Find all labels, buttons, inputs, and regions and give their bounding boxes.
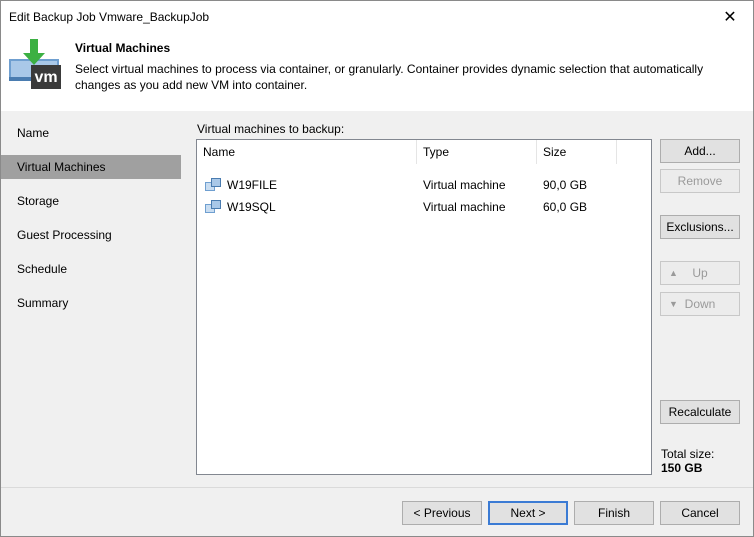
backup-job-wizard-window: Edit Backup Job Vmware_BackupJob ✕ vm Vi…: [0, 0, 754, 537]
down-button[interactable]: ▼ Down: [660, 292, 740, 316]
recalculate-button[interactable]: Recalculate: [660, 400, 740, 424]
vm-icon: [205, 200, 221, 213]
down-button-label: Down: [684, 297, 716, 311]
previous-button[interactable]: < Previous: [402, 501, 482, 525]
column-header-size[interactable]: Size: [537, 140, 617, 164]
vm-type: Virtual machine: [423, 200, 506, 214]
total-size-value: 150 GB: [661, 461, 703, 475]
nav-item-storage[interactable]: Storage: [1, 189, 181, 213]
add-button[interactable]: Add...: [660, 139, 740, 163]
next-button[interactable]: Next >: [488, 501, 568, 525]
remove-button[interactable]: Remove: [660, 169, 740, 193]
nav-item-summary[interactable]: Summary: [1, 291, 181, 315]
up-button[interactable]: ▲ Up: [660, 261, 740, 285]
arrow-up-icon: ▲: [669, 268, 678, 278]
column-header-name[interactable]: Name: [197, 140, 417, 164]
wizard-footer: < Previous Next > Finish Cancel: [1, 487, 753, 536]
table-row[interactable]: W19FILE Virtual machine 90,0 GB: [197, 174, 651, 196]
column-header-type[interactable]: Type: [417, 140, 537, 164]
arrow-down-icon: ▼: [669, 299, 678, 309]
vm-download-icon: vm: [9, 39, 61, 89]
nav-item-guest-processing[interactable]: Guest Processing: [1, 223, 181, 247]
table-row[interactable]: W19SQL Virtual machine 60,0 GB: [197, 196, 651, 218]
nav-item-name[interactable]: Name: [1, 121, 181, 145]
close-icon[interactable]: ✕: [707, 1, 753, 33]
svg-text:vm: vm: [34, 69, 57, 86]
vm-name: W19SQL: [227, 200, 276, 214]
total-size-label: Total size:: [661, 447, 715, 461]
page-description: Select virtual machines to process via c…: [75, 62, 704, 92]
vm-list-label: Virtual machines to backup:: [197, 122, 345, 136]
vm-type: Virtual machine: [423, 178, 506, 192]
wizard-content: Name Virtual Machines Storage Guest Proc…: [1, 111, 753, 487]
vm-size: 90,0 GB: [543, 178, 588, 192]
wizard-steps-nav: Name Virtual Machines Storage Guest Proc…: [1, 111, 181, 487]
vm-list[interactable]: Name Type Size W19FILE Virtual machine 9…: [196, 139, 652, 475]
window-title: Edit Backup Job Vmware_BackupJob: [9, 10, 210, 24]
wizard-header: vm Virtual Machines Select virtual machi…: [1, 33, 753, 111]
page-title: Virtual Machines: [75, 41, 171, 55]
exclusions-button[interactable]: Exclusions...: [660, 215, 740, 239]
finish-button[interactable]: Finish: [574, 501, 654, 525]
up-button-label: Up: [692, 266, 708, 280]
vm-name: W19FILE: [227, 178, 278, 192]
vm-icon: [205, 178, 221, 191]
title-bar: Edit Backup Job Vmware_BackupJob ✕: [1, 1, 753, 33]
vm-size: 60,0 GB: [543, 200, 588, 214]
nav-item-virtual-machines[interactable]: Virtual Machines: [1, 155, 181, 179]
cancel-button[interactable]: Cancel: [660, 501, 740, 525]
nav-item-schedule[interactable]: Schedule: [1, 257, 181, 281]
